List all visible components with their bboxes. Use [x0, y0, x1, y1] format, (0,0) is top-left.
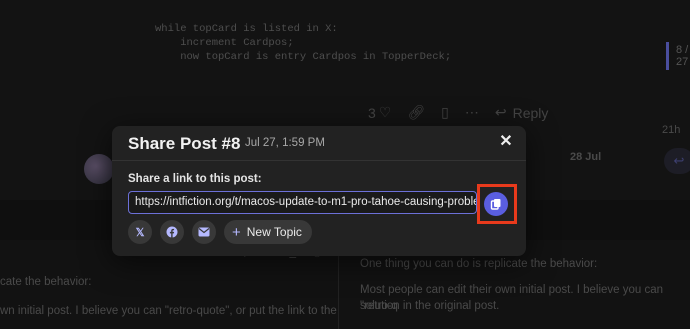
reply-label: Reply: [512, 104, 549, 121]
copy-button[interactable]: [484, 192, 508, 216]
preview-text-line: One thing you can do is replicate the be…: [360, 258, 598, 270]
post-date: 28 Jul: [570, 151, 602, 163]
bookmark-icon[interactable]: ▯: [441, 104, 449, 121]
code-line: increment Cardpos;: [155, 37, 294, 49]
code-line: while topCard is listed in X:: [155, 23, 338, 35]
x-twitter-icon[interactable]: 𝕏: [128, 220, 152, 244]
reply-icon: ↩: [494, 104, 507, 120]
share-post-modal: Share Post #8 Jul 27, 1:59 PM ✕ Share a …: [112, 126, 526, 256]
modal-title: Share Post #8: [128, 134, 241, 153]
share-options: 𝕏 + New Topic: [128, 220, 312, 244]
timeline-time: 21h: [662, 124, 681, 136]
post-timestamp: Jul 27, 1:59 PM: [245, 137, 325, 149]
editor-text-line[interactable]: wn initial post. I believe you can "retr…: [0, 305, 337, 317]
facebook-icon[interactable]: [160, 220, 184, 244]
preview-text-line: solution in the original post.: [360, 300, 500, 312]
modal-header: Share Post #8 Jul 27, 1:59 PM ✕: [112, 126, 526, 161]
plus-icon: +: [232, 223, 241, 241]
share-link-input[interactable]: https://intfiction.org/t/macos-update-to…: [128, 191, 477, 214]
timeline-position: 8 / 27: [676, 44, 688, 68]
timeline-current: 8 /: [676, 44, 689, 56]
envelope-glyph: [198, 227, 210, 237]
like-button[interactable]: 3 ♡: [368, 104, 391, 121]
new-topic-label: New Topic: [246, 225, 302, 239]
new-topic-button[interactable]: + New Topic: [224, 220, 312, 244]
heart-icon: ♡: [378, 104, 392, 120]
copy-icon: [490, 199, 501, 210]
share-link-label: Share a link to this post:: [128, 173, 262, 185]
like-count: 3: [368, 104, 376, 121]
close-icon[interactable]: ✕: [498, 134, 514, 150]
timeline-scrubber[interactable]: [666, 42, 669, 70]
more-icon[interactable]: ⋯: [465, 104, 479, 121]
reply-icon[interactable]: ↩: [664, 148, 690, 174]
post-actions: 3 ♡ 🔗︎ ▯ ⋯ ↩ Reply: [368, 104, 548, 121]
avatar[interactable]: [84, 154, 114, 184]
timeline-total: 27: [676, 56, 689, 68]
code-line: now topCard is entry Cardpos in TopperDe…: [155, 51, 452, 63]
link-icon[interactable]: 🔗︎: [407, 104, 425, 121]
email-icon[interactable]: [192, 220, 216, 244]
code-block: while topCard is listed in X: increment …: [155, 22, 451, 64]
editor-text-line[interactable]: cate the behavior:: [0, 276, 91, 288]
reply-button[interactable]: ↩ Reply: [495, 104, 549, 121]
facebook-glyph: [166, 226, 178, 238]
editor-preview-divider: [338, 244, 339, 329]
